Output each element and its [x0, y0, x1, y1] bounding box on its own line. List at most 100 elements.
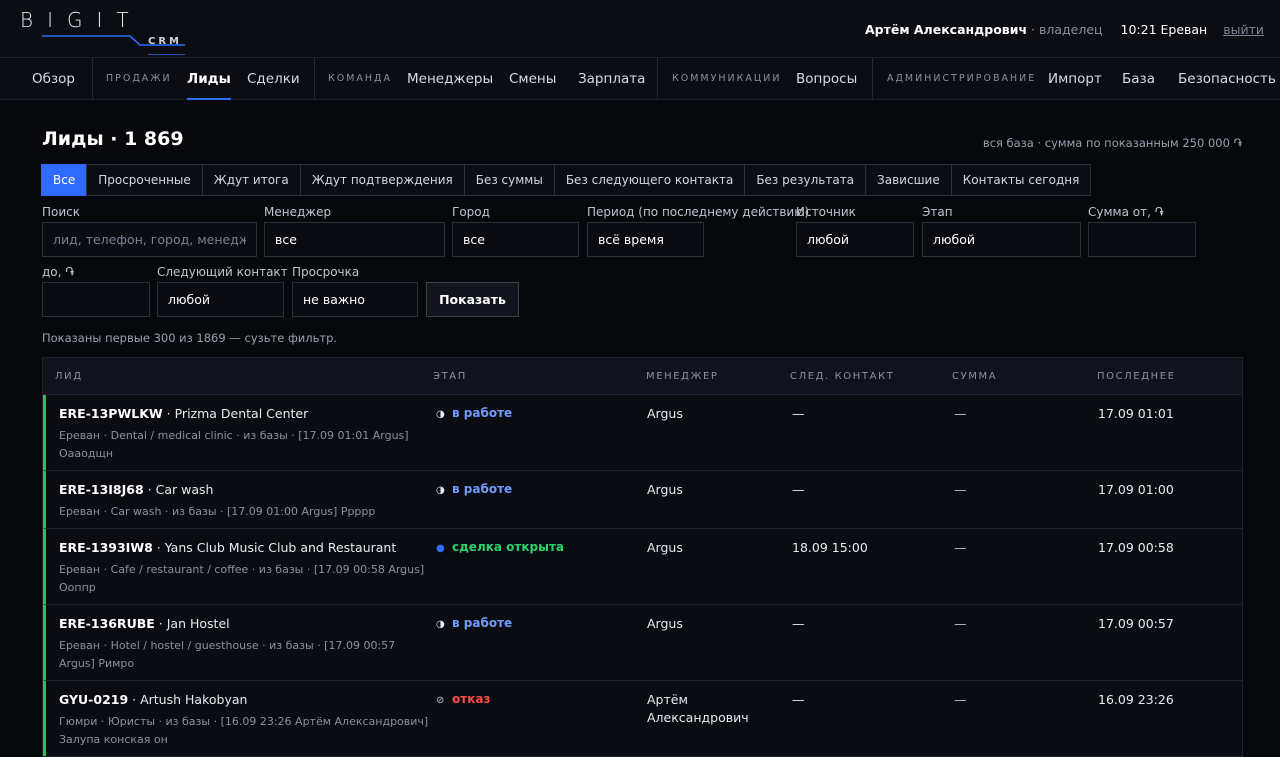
stage-badge: ● сделка открыта [436, 540, 564, 554]
column-header-sum[interactable]: СУММА [952, 371, 997, 382]
sum-note: вся база · сумма по показанным 250 000 ֏ [982, 136, 1242, 150]
in-progress-icon: ◑ [436, 485, 445, 496]
table-row[interactable]: ERE-136RUBE · Jan Hostel Ереван · Hotel … [43, 605, 1242, 681]
leads-table: ЛИД ЭТАП МЕНЕДЖЕР СЛЕД. КОНТАКТ СУММА ПО… [42, 357, 1243, 757]
last-activity-cell: 16.09 23:26 [1098, 692, 1174, 707]
lead-title[interactable]: ERE-13PWLKW · Prizma Dental Center [59, 406, 308, 421]
nav-group-sales: ПРОДАЖИ [106, 73, 172, 84]
show-button[interactable]: Показать [426, 282, 519, 317]
stage-label: Этап [922, 205, 953, 219]
lead-name: · Yans Club Music Club and Restaurant [152, 540, 397, 555]
user-name: Артём Александрович [864, 22, 1028, 37]
nav-deals[interactable]: Сделки [247, 58, 300, 100]
next-contact-cell: — [792, 692, 805, 707]
nav-salary[interactable]: Зарплата [578, 58, 645, 100]
nav-group-team: КОМАНДА [328, 73, 392, 84]
tab-no-next-contact[interactable]: Без следующего контакта [553, 164, 746, 196]
in-progress-icon: ◑ [436, 619, 445, 630]
search-input[interactable] [42, 222, 257, 257]
lead-id: ERE-1393IW8 [59, 540, 153, 555]
bigit-crm-logo[interactable]: BIGIT CRM [20, 8, 185, 55]
column-header-manager[interactable]: МЕНЕДЖЕР [646, 371, 719, 382]
last-activity-cell: 17.09 01:00 [1098, 482, 1174, 497]
next-contact-label: Следующий контакт [157, 265, 288, 279]
lead-id: ERE-13I8J68 [59, 482, 144, 497]
stage-badge: ⊘ отказ [436, 692, 490, 706]
column-header-next-contact[interactable]: СЛЕД. КОНТАКТ [790, 371, 894, 382]
lead-id: ERE-136RUBE [59, 616, 155, 631]
lead-title[interactable]: ERE-136RUBE · Jan Hostel [59, 616, 230, 631]
table-row[interactable]: ERE-13PWLKW · Prizma Dental Center Ерева… [43, 395, 1242, 471]
tab-overdue[interactable]: Просроченные [86, 164, 203, 196]
nav-overview[interactable]: Обзор [32, 58, 75, 100]
next-contact-select[interactable] [157, 282, 284, 317]
tab-awaiting-confirmation[interactable]: Ждут подтверждения [299, 164, 465, 196]
lead-name: · Artush Hakobyan [128, 692, 248, 707]
last-activity-cell: 17.09 00:58 [1098, 540, 1174, 555]
search-label: Поиск [42, 205, 81, 219]
column-header-lead[interactable]: ЛИД [55, 371, 83, 382]
tab-stuck[interactable]: Зависшие [865, 164, 952, 196]
next-contact-cell: — [792, 482, 805, 497]
table-header: ЛИД ЭТАП МЕНЕДЖЕР СЛЕД. КОНТАКТ СУММА ПО… [43, 358, 1242, 395]
sum-to-input[interactable] [42, 282, 150, 317]
table-row[interactable]: ERE-1393IW8 · Yans Club Music Club and R… [43, 529, 1242, 605]
lead-details: Ереван · Car wash · из базы · [17.09 01:… [59, 505, 376, 518]
stage-badge: ◑ в работе [436, 406, 512, 420]
source-select[interactable] [796, 222, 914, 257]
overdue-select[interactable] [292, 282, 418, 317]
main-nav: Обзор ПРОДАЖИ Лиды Сделки КОМАНДА Менедж… [0, 58, 1280, 100]
last-activity-cell: 17.09 01:01 [1098, 406, 1174, 421]
stage-label: в работе [452, 616, 513, 630]
nav-import[interactable]: Импорт [1048, 58, 1102, 100]
period-select[interactable] [587, 222, 704, 257]
nav-divider [92, 58, 93, 100]
nav-managers[interactable]: Менеджеры [407, 58, 493, 100]
sum-to-label: до, ֏ [42, 265, 75, 279]
logout-link[interactable]: выйти [1223, 22, 1264, 37]
manager-cell: Argus [647, 540, 683, 555]
stage-select[interactable] [922, 222, 1081, 257]
table-row[interactable]: ERE-13I8J68 · Car wash Ереван · Car wash… [43, 471, 1242, 529]
sum-from-input[interactable] [1088, 222, 1196, 257]
top-bar: BIGIT CRM Артём Александрович · владелец… [0, 0, 1280, 58]
manager-cell: Argus [647, 616, 683, 631]
manager-select[interactable] [264, 222, 445, 257]
user-role: · владелец [1031, 22, 1103, 37]
lead-name: · Prizma Dental Center [162, 406, 309, 421]
lead-id: GYU-0219 [59, 692, 129, 707]
table-row[interactable]: GYU-0219 · Artush Hakobyan Гюмри · Юрист… [43, 681, 1242, 756]
clock: 10:21 Ереван [1120, 22, 1208, 37]
city-select[interactable] [452, 222, 579, 257]
nav-divider [314, 58, 315, 100]
nav-questions[interactable]: Вопросы [796, 58, 857, 100]
sum-cell: — [954, 406, 967, 421]
lead-details: Гюмри · Юристы · из базы · [16.09 23:26 … [59, 715, 429, 746]
tab-contacts-today[interactable]: Контакты сегодня [950, 164, 1092, 196]
column-header-stage[interactable]: ЭТАП [433, 371, 467, 382]
tab-no-sum[interactable]: Без суммы [463, 164, 555, 196]
nav-leads[interactable]: Лиды [187, 58, 231, 100]
column-header-last[interactable]: ПОСЛЕДНЕЕ [1097, 371, 1176, 382]
lead-title[interactable]: ERE-13I8J68 · Car wash [59, 482, 213, 497]
sum-cell: — [954, 616, 967, 631]
overdue-label: Просрочка [292, 265, 360, 279]
filter-tabs: Все Просроченные Ждут итога Ждут подтвер… [41, 164, 1092, 196]
nav-base[interactable]: База [1122, 58, 1155, 100]
stage-badge: ◑ в работе [436, 482, 512, 496]
lead-title[interactable]: GYU-0219 · Artush Hakobyan [59, 692, 247, 707]
stage-label: отказ [452, 692, 491, 706]
tab-all[interactable]: Все [41, 164, 88, 196]
lead-name: · Jan Hostel [154, 616, 230, 631]
tab-no-result[interactable]: Без результата [744, 164, 867, 196]
manager-cell: Argus [647, 482, 683, 497]
lead-title[interactable]: ERE-1393IW8 · Yans Club Music Club and R… [59, 540, 396, 555]
tab-awaiting-result[interactable]: Ждут итога [201, 164, 301, 196]
nav-shifts[interactable]: Смены [509, 58, 556, 100]
page-title: Лиды · 1 869 [42, 128, 184, 150]
period-label: Период (по последнему действию) [587, 205, 810, 219]
in-progress-icon: ◑ [436, 409, 445, 420]
nav-security[interactable]: Безопасность [1178, 58, 1276, 100]
manager-label: Менеджер [264, 205, 332, 219]
source-label: Источник [796, 205, 856, 219]
